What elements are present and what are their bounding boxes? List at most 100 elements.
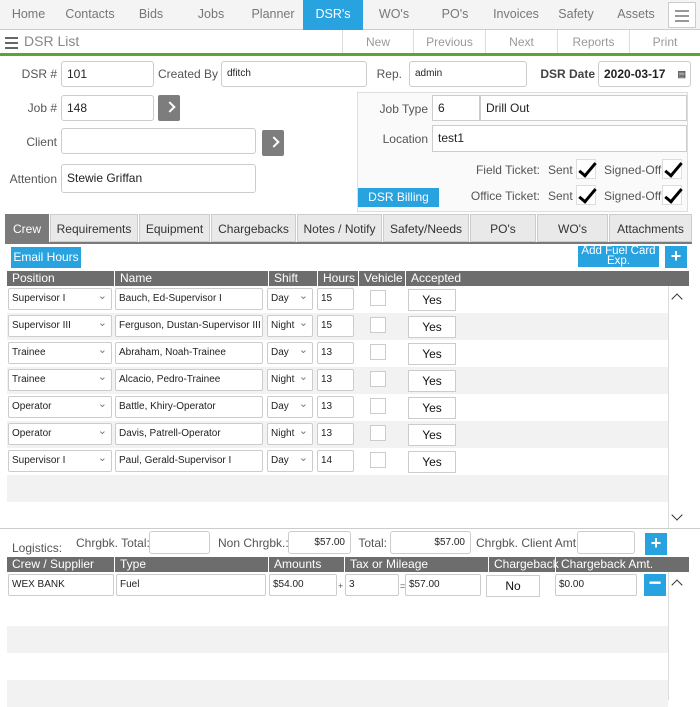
crew-scrollbar[interactable] [668,286,689,528]
vehicle-checkbox[interactable] [370,290,386,306]
accepted-toggle[interactable]: Yes [408,397,456,419]
job-type-name-field[interactable]: Drill Out [480,95,687,121]
fuel-supplier-field[interactable]: WEX BANK [8,574,114,596]
dsr-billing-button[interactable]: DSR Billing [358,188,439,207]
add-fuel-card-button[interactable]: Add Fuel Card Exp. [578,245,659,267]
dsr-date-field[interactable]: 2020-03-17 ▤ [598,61,691,87]
nav-contacts[interactable]: Contacts [57,0,123,30]
vehicle-checkbox[interactable] [370,452,386,468]
accepted-toggle[interactable]: Yes [408,316,456,338]
tab-notes-notify[interactable]: Notes / Notify [297,214,382,242]
client-lookup-button[interactable] [262,130,284,156]
name-field[interactable]: Paul, Gerald-Supervisor I [115,450,263,472]
hours-field[interactable]: 15 [317,315,354,337]
vehicle-checkbox[interactable] [370,398,386,414]
nav-pos[interactable]: PO's [425,0,485,30]
add-crew-plus-icon[interactable]: + [665,246,687,268]
shift-select[interactable]: Day [267,396,313,418]
field-ticket-sent-checkbox[interactable] [576,159,596,179]
new-button[interactable]: New [342,30,413,54]
scroll-up-icon[interactable] [671,293,683,305]
tab-wos[interactable]: WO's [537,214,608,242]
email-hours-button[interactable]: Email Hours [11,247,81,268]
tab-pos[interactable]: PO's [470,214,536,242]
list-menu-icon[interactable] [0,34,22,52]
tab-attachments[interactable]: Attachments [609,214,692,242]
nav-wos[interactable]: WO's [363,0,425,30]
attention-field[interactable]: Stewie Griffan [61,164,256,193]
position-select[interactable]: Operator [8,423,112,445]
field-ticket-signed-off-checkbox[interactable] [662,159,682,179]
name-field[interactable]: Davis, Patrell-Operator [115,423,263,445]
fuel-chargeback-toggle[interactable]: No [486,575,540,597]
location-field[interactable]: test1 [432,125,687,152]
name-field[interactable]: Alcacio, Pedro-Trainee [115,369,263,391]
client-amt-field[interactable] [577,531,635,554]
remove-fuel-row-icon[interactable]: − [644,572,666,596]
nav-safety[interactable]: Safety [547,0,605,30]
rep-field[interactable]: admin [409,61,527,87]
hours-field[interactable]: 13 [317,396,354,418]
print-button[interactable]: Print [629,30,700,54]
name-field[interactable]: Ferguson, Dustan-Supervisor III [115,315,263,337]
position-select[interactable]: Operator [8,396,112,418]
shift-select[interactable]: Night [267,423,313,445]
reports-button[interactable]: Reports [557,30,629,54]
created-by-field[interactable]: dfitch [221,61,367,87]
calendar-icon[interactable]: ▤ [677,62,686,86]
previous-button[interactable]: Previous [413,30,485,54]
accepted-toggle[interactable]: Yes [408,289,456,311]
hours-field[interactable]: 13 [317,369,354,391]
shift-select[interactable]: Day [267,288,313,310]
nav-invoices[interactable]: Invoices [485,0,547,30]
client-field[interactable] [61,128,256,154]
dsr-list-link[interactable]: DSR List [24,33,79,49]
office-ticket-signed-off-checkbox[interactable] [662,185,682,205]
job-number-field[interactable]: 148 [61,95,154,121]
scroll-down-icon[interactable] [671,509,683,521]
vehicle-checkbox[interactable] [370,317,386,333]
position-select[interactable]: Trainee [8,342,112,364]
fuel-chargeback-amt-field[interactable]: $0.00 [555,574,637,596]
vehicle-checkbox[interactable] [370,344,386,360]
name-field[interactable]: Battle, Khiry-Operator [115,396,263,418]
nav-jobs[interactable]: Jobs [179,0,243,30]
shift-select[interactable]: Day [267,342,313,364]
nav-bids[interactable]: Bids [123,0,179,30]
tab-chargebacks[interactable]: Chargebacks [211,214,296,242]
accepted-toggle[interactable]: Yes [408,424,456,446]
tab-crew[interactable]: Crew [5,214,49,242]
fuel-amount-field[interactable]: $54.00 [269,574,337,596]
nav-assets[interactable]: Assets [605,0,667,30]
add-logistics-plus-icon[interactable]: + [645,533,667,555]
hours-field[interactable]: 13 [317,342,354,364]
nav-dsrs[interactable]: DSR's [303,0,363,30]
shift-select[interactable]: Day [267,450,313,472]
position-select[interactable]: Supervisor III [8,315,112,337]
accepted-toggle[interactable]: Yes [408,343,456,365]
job-lookup-button[interactable] [158,95,180,121]
fuel-type-field[interactable]: Fuel [116,574,266,596]
office-ticket-sent-checkbox[interactable] [576,185,596,205]
job-type-code-field[interactable]: 6 [432,95,480,121]
hours-field[interactable]: 15 [317,288,354,310]
non-chrgbk-field[interactable]: $57.00 [288,531,351,554]
fuel-tax-field[interactable]: 3 [345,574,399,596]
name-field[interactable]: Bauch, Ed-Supervisor I [115,288,263,310]
fuel-scrollbar[interactable] [668,572,689,700]
tab-safety-needs[interactable]: Safety/Needs [383,214,469,242]
shift-select[interactable]: Night [267,315,313,337]
nav-planner[interactable]: Planner [243,0,303,30]
name-field[interactable]: Abraham, Noah-Trainee [115,342,263,364]
hours-field[interactable]: 13 [317,423,354,445]
next-button[interactable]: Next [485,30,557,54]
position-select[interactable]: Supervisor I [8,288,112,310]
accepted-toggle[interactable]: Yes [408,451,456,473]
chrgbk-total-field[interactable] [149,531,210,554]
position-select[interactable]: Supervisor I [8,450,112,472]
hours-field[interactable]: 14 [317,450,354,472]
vehicle-checkbox[interactable] [370,425,386,441]
vehicle-checkbox[interactable] [370,371,386,387]
accepted-toggle[interactable]: Yes [408,370,456,392]
tab-requirements[interactable]: Requirements [50,214,138,242]
